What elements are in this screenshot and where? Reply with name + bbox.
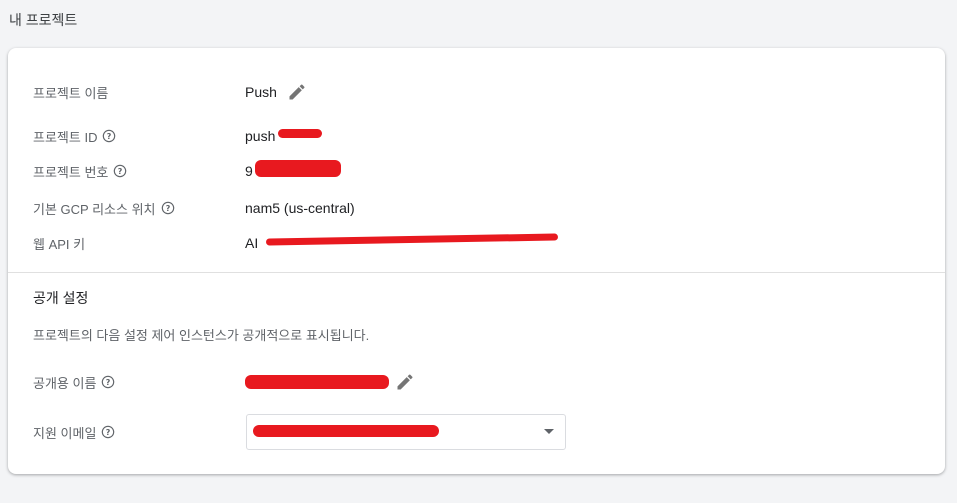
gcp-location-label: 기본 GCP 리소스 위치 ?	[33, 196, 175, 220]
help-icon[interactable]: ?	[161, 201, 175, 215]
gcp-location-row: 기본 GCP 리소스 위치 ? nam5 (us-central)	[8, 196, 945, 220]
section-divider	[8, 272, 945, 273]
page-title: 내 프로젝트	[9, 12, 78, 28]
web-api-key-label: 웹 API 키	[33, 231, 85, 255]
web-api-key-label-text: 웹 API 키	[33, 236, 86, 252]
support-email-label-text: 지원 이메일	[33, 425, 97, 441]
svg-text:?: ?	[106, 428, 111, 437]
project-number-label-text: 프로젝트 번호	[33, 164, 109, 180]
project-number-value: 9	[245, 163, 253, 179]
redaction-mark	[278, 129, 322, 138]
redaction-mark	[255, 160, 341, 177]
project-name-label: 프로젝트 이름	[33, 80, 108, 104]
help-icon[interactable]: ?	[101, 375, 115, 389]
edit-project-name-icon[interactable]	[287, 82, 307, 102]
redaction-mark	[245, 375, 389, 389]
svg-text:?: ?	[165, 204, 170, 213]
edit-public-name-icon[interactable]	[395, 372, 415, 392]
project-name-label-text: 프로젝트 이름	[33, 85, 109, 101]
public-name-edit-wrap	[385, 370, 415, 394]
dropdown-arrow-icon	[544, 429, 554, 434]
project-name-value: Push	[245, 84, 277, 100]
redaction-mark	[253, 425, 439, 437]
project-number-row: 프로젝트 번호 ? 9	[8, 159, 945, 183]
svg-text:?: ?	[118, 167, 123, 176]
project-id-value: push	[245, 128, 276, 144]
project-number-value-wrap: 9	[245, 159, 253, 183]
project-id-label-text: 프로젝트 ID	[33, 129, 98, 145]
public-settings-description: 프로젝트의 다음 설정 제어 인스턴스가 공개적으로 표시됩니다.	[33, 328, 370, 343]
web-api-key-value: AI	[245, 235, 259, 251]
web-api-key-row: 웹 API 키 AI	[8, 231, 945, 255]
project-name-value-wrap: Push	[245, 80, 307, 104]
public-name-label: 공개용 이름 ?	[33, 370, 115, 394]
help-icon[interactable]: ?	[102, 129, 116, 143]
public-name-label-text: 공개용 이름	[33, 375, 97, 391]
support-email-select[interactable]	[246, 414, 566, 450]
web-api-key-value-wrap: AI	[245, 231, 258, 255]
project-id-value-wrap: push	[245, 124, 275, 148]
svg-text:?: ?	[107, 132, 112, 141]
project-number-label: 프로젝트 번호 ?	[33, 159, 127, 183]
gcp-location-value: nam5 (us-central)	[245, 200, 355, 216]
project-id-label: 프로젝트 ID ?	[33, 124, 116, 148]
gcp-location-label-text: 기본 GCP 리소스 위치	[33, 201, 156, 217]
project-name-row: 프로젝트 이름 Push	[8, 80, 945, 104]
help-icon[interactable]: ?	[113, 164, 127, 178]
help-icon[interactable]: ?	[101, 425, 115, 439]
svg-text:?: ?	[106, 378, 111, 387]
public-name-row: 공개용 이름 ?	[8, 370, 945, 394]
gcp-location-value-wrap: nam5 (us-central)	[245, 196, 355, 220]
redaction-mark	[265, 233, 559, 246]
project-settings-card: 프로젝트 이름 Push 프로젝트 ID ? push 프로젝트 번호 ? 9 …	[8, 48, 945, 474]
support-email-label: 지원 이메일 ?	[33, 420, 115, 444]
project-id-row: 프로젝트 ID ? push	[8, 124, 945, 148]
public-settings-title: 공개 설정	[33, 290, 89, 306]
